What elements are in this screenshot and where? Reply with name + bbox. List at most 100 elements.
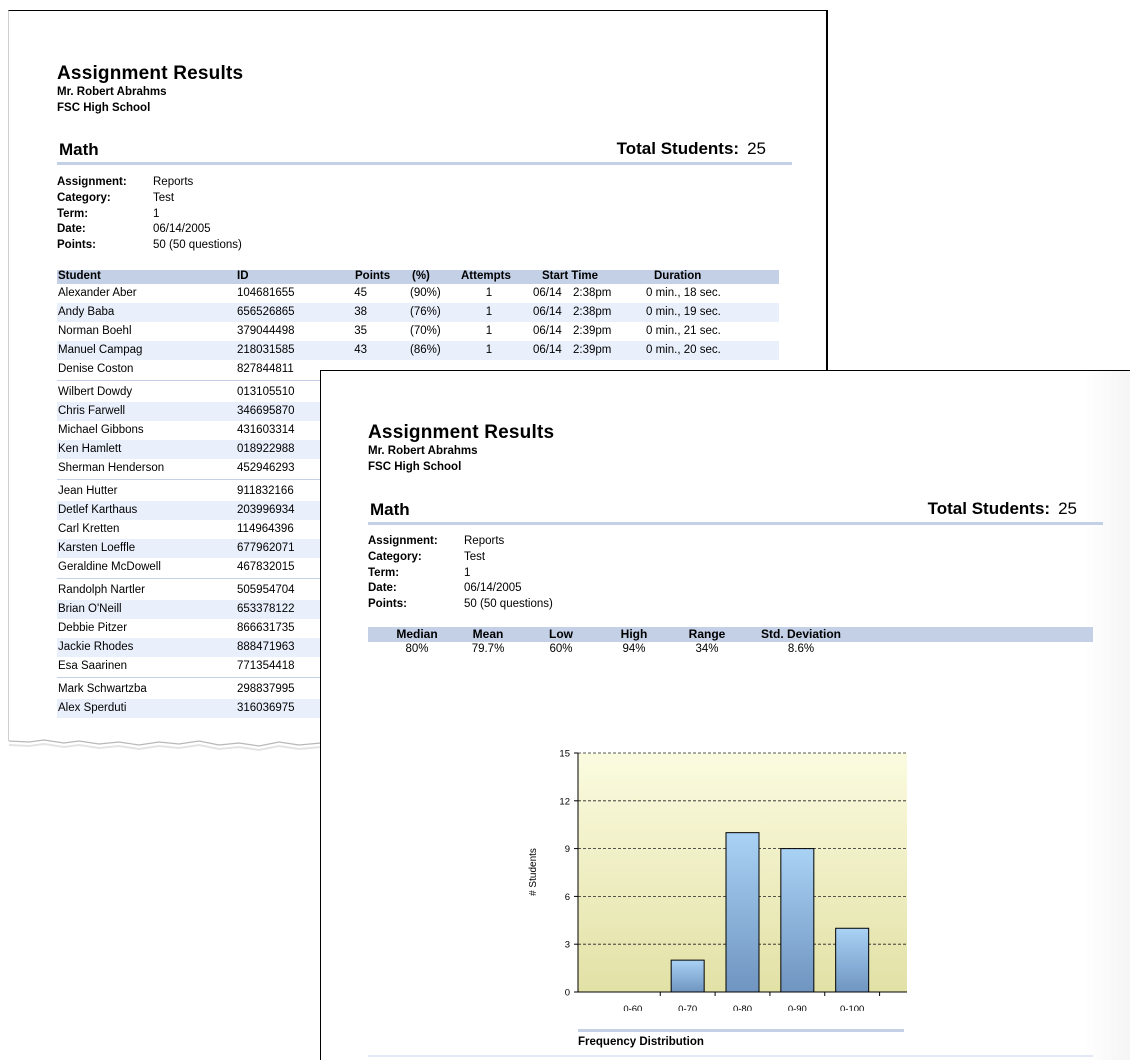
chart-title: Frequency Distribution — [578, 1036, 704, 1048]
col-duration: Duration — [654, 270, 702, 282]
cell-student: Alex Sperduti — [58, 702, 127, 714]
cell-time: 2:39pm — [573, 325, 612, 337]
stat-stddev-label: Std. Deviation — [760, 627, 842, 641]
cell-student: Michael Gibbons — [58, 424, 144, 436]
cell-student: Ken Hamlett — [58, 443, 122, 455]
cell-student: Norman Boehl — [58, 325, 132, 337]
table-row: Andy Baba 656526865 38 (76%) 1 06/14 2:38pm 0 m… — [57, 303, 779, 322]
cell-student: Jean Hutter — [58, 485, 118, 497]
table-row: Manuel Campag 218031585 43 (86%) 1 06/14 2:39p… — [57, 341, 779, 360]
stat-range-label: Range — [688, 627, 726, 641]
cell-points: 43 — [354, 344, 367, 356]
y-tick-label: 12 — [559, 796, 570, 807]
x-tick-label: 0-80 — [733, 1004, 752, 1011]
x-tick-label: 0-70 — [678, 1004, 697, 1011]
section-header-2: Math Total Students: 25 — [368, 498, 1103, 525]
cell-points: 38 — [354, 306, 367, 318]
teacher-name-2: Mr. Robert Abrahms — [368, 445, 478, 457]
cell-student: Detlef Karthaus — [58, 504, 138, 516]
cell-pct: (76%) — [410, 306, 441, 318]
info-row-points: Points: 50 (50 questions) — [368, 598, 553, 611]
stat-mean-label: Mean — [472, 627, 504, 641]
cell-points: 35 — [354, 325, 367, 337]
chart-title-rule — [578, 1029, 904, 1032]
total-students-value: 25 — [747, 139, 766, 158]
section-header: Math Total Students: 25 — [57, 138, 792, 165]
cell-date: 06/14 — [533, 344, 562, 356]
x-tick-label: 0-90 — [788, 1004, 807, 1011]
y-axis-label: # Students — [528, 848, 539, 896]
cell-id: 467832015 — [237, 561, 295, 573]
cell-date: 06/14 — [533, 325, 562, 337]
y-tick-label: 6 — [565, 892, 570, 903]
cell-duration: 0 min., 21 sec. — [646, 325, 721, 337]
cell-student: Chris Farwell — [58, 405, 126, 417]
stat-high-label: High — [620, 627, 648, 641]
page-bottom-rule — [368, 1055, 1093, 1057]
cell-id: 505954704 — [237, 584, 295, 596]
cell-attempts: 1 — [485, 287, 493, 299]
cell-points: 45 — [354, 287, 367, 299]
cell-id: 346695870 — [237, 405, 295, 417]
cell-id: 911832166 — [237, 485, 294, 497]
info-row-assignment: Assignment: Reports — [57, 176, 194, 188]
cell-student: Geraldine McDowell — [58, 561, 161, 573]
cell-id: 656526865 — [237, 306, 295, 318]
cell-pct: (90%) — [410, 287, 441, 299]
col-attempts: Attempts — [461, 270, 511, 282]
stat-mean-value: 79.7% — [471, 643, 505, 655]
cell-student: Esa Saarinen — [58, 660, 128, 672]
cell-id: 771354418 — [237, 660, 295, 672]
cell-student: Sherman Henderson — [58, 462, 165, 474]
stat-high-value: 94% — [622, 643, 646, 655]
subject-name: Math — [59, 140, 99, 159]
cell-id: 866631735 — [237, 622, 295, 634]
cell-id: 677962071 — [237, 542, 295, 554]
cell-student: Randolph Nartler — [58, 584, 145, 596]
school-name: FSC High School — [57, 102, 151, 114]
cell-student: Alexander Aber — [58, 287, 137, 299]
cell-id: 218031585 — [237, 344, 295, 356]
stat-median-value: 80% — [405, 643, 429, 655]
cell-id: 298837995 — [237, 683, 295, 695]
y-tick-label: 15 — [559, 749, 570, 760]
cell-id: 431603314 — [237, 424, 295, 436]
info-row-assignment: Assignment: Reports — [368, 535, 505, 547]
cell-student: Debbie Pitzer — [58, 622, 128, 634]
table-row: Norman Boehl 379044498 35 (70%) 1 06/14 2:39pm… — [57, 322, 779, 341]
col-start-time: Start Time — [542, 270, 599, 282]
cell-time: 2:38pm — [573, 306, 612, 318]
cell-duration: 0 min., 18 sec. — [646, 287, 721, 299]
cell-id: 316036975 — [237, 702, 295, 714]
x-tick-labels: 0-60 0-70 0-80 0-90 0-100 — [623, 992, 881, 1015]
x-tick-label: 0-100 — [840, 1004, 864, 1011]
cell-attempts: 1 — [485, 306, 493, 318]
col-points: Points — [355, 270, 391, 282]
report-page-statistics: Assignment Results Mr. Robert Abrahms FS… — [320, 370, 1130, 1060]
total-students-2: Total Students: 25 — [928, 499, 1077, 519]
info-row-term: Term: 1 — [57, 207, 160, 220]
cell-id: 013105510 — [237, 386, 295, 398]
info-row-category: Category: Test — [57, 191, 175, 204]
cell-id: 114964396 — [237, 523, 294, 535]
stat-range-value: 34% — [695, 643, 719, 655]
cell-duration: 0 min., 19 sec. — [646, 306, 721, 318]
cell-student: Denise Coston — [58, 363, 134, 375]
cell-date: 06/14 — [533, 306, 562, 318]
torn-page-edge — [9, 739, 322, 763]
y-tick-label: 9 — [565, 844, 570, 855]
cell-duration: 0 min., 20 sec. — [646, 344, 721, 356]
cell-pct: (70%) — [410, 325, 441, 337]
cell-date: 06/14 — [533, 287, 562, 299]
stat-median-label: Median — [396, 627, 438, 641]
frequency-chart: 0 3 6 9 12 15 0-60 0-70 0-80 0-90 0-100 # Student… — [521, 741, 921, 1016]
stat-low-value: 60% — [549, 643, 573, 655]
cell-attempts: 1 — [485, 344, 493, 356]
cell-id: 452946293 — [237, 462, 295, 474]
info-row-category: Category: Test — [368, 550, 486, 563]
total-students-label-2: Total Students: — [927, 499, 1051, 518]
stat-stddev-value: 8.6% — [787, 643, 815, 655]
school-name-2: FSC High School — [368, 461, 462, 473]
cell-student: Carl Kretten — [58, 523, 120, 535]
info-row-term: Term: 1 — [368, 566, 471, 579]
